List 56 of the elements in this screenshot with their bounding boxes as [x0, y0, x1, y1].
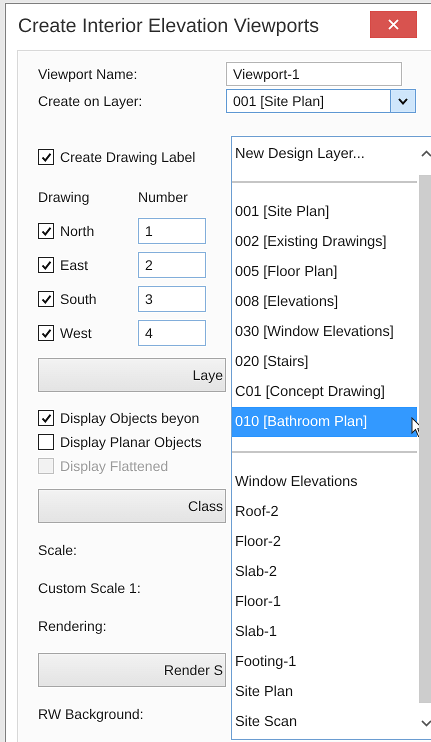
dropdown-item[interactable]: New Design Layer... [232, 139, 417, 169]
dropdown-item[interactable]: Slab-2 [232, 557, 417, 587]
number-field[interactable]: 3 [138, 286, 206, 312]
checkbox[interactable] [38, 410, 54, 426]
layer-dropdown[interactable]: 001 [Site Plan] [226, 89, 416, 113]
panel-button[interactable]: Render S [38, 653, 226, 687]
field-label: Viewport Name: [38, 66, 138, 82]
input-field[interactable]: Viewport-1 [226, 62, 402, 86]
dropdown-item[interactable]: 008 [Elevations] [232, 287, 417, 317]
field-label: Scale: [38, 542, 77, 558]
dropdown-item[interactable]: Floor-1 [232, 587, 417, 617]
dropdown-item[interactable]: Site Plan [232, 677, 417, 707]
dropdown-item[interactable]: 002 [Existing Drawings] [232, 227, 417, 257]
scroll-up-icon[interactable] [421, 150, 431, 157]
panel-button[interactable]: Laye [38, 358, 226, 392]
field-label: Custom Scale 1: [38, 580, 141, 596]
checkbox[interactable] [38, 223, 54, 239]
dropdown-item[interactable]: C01 [Concept Drawing] [232, 377, 417, 407]
checkbox-label: Display Flattened [60, 458, 168, 474]
checkbox[interactable] [38, 257, 54, 273]
checkbox[interactable] [38, 325, 54, 341]
close-icon [388, 19, 399, 30]
dropdown-item[interactable]: Slab-1 [232, 617, 417, 647]
window-title: Create Interior Elevation Viewports [18, 14, 319, 38]
column-header: Drawing [38, 189, 90, 205]
checkbox[interactable] [38, 434, 54, 450]
number-field[interactable]: 2 [138, 252, 206, 278]
field-label: Rendering: [38, 618, 106, 634]
dropdown-item[interactable]: 001 [Site Plan] [232, 197, 417, 227]
checkbox-label: West [60, 325, 92, 341]
panel-button[interactable]: Class [38, 489, 226, 523]
number-field[interactable]: 4 [138, 320, 206, 346]
checkbox-label: South [60, 291, 97, 307]
dropdown-item[interactable]: Footing-1 [232, 647, 417, 677]
checkbox-label: North [60, 223, 94, 239]
scroll-down-icon[interactable] [421, 720, 431, 727]
checkbox-label: East [60, 257, 88, 273]
checkbox-label: Create Drawing Label [60, 149, 196, 165]
field-label: RW Background: [38, 706, 144, 722]
column-header: Number [138, 189, 189, 205]
checkbox[interactable] [38, 149, 54, 165]
number-field[interactable]: 1 [138, 218, 206, 244]
checkbox-label: Display Planar Objects [60, 434, 202, 450]
dropdown-item[interactable]: Floor-2 [232, 527, 417, 557]
dropdown-item[interactable]: 005 [Floor Plan] [232, 257, 417, 287]
dropdown-item[interactable]: 030 [Window Elevations] [232, 317, 417, 347]
close-button[interactable] [370, 11, 417, 38]
chevron-down-icon [398, 98, 408, 104]
dropdown-item[interactable]: Roof-2 [232, 497, 417, 527]
checkbox[interactable] [38, 291, 54, 307]
dropdown-item[interactable]: 020 [Stairs] [232, 347, 417, 377]
dropdown-item[interactable]: Window Elevations [232, 467, 417, 497]
checkbox-label: Display Objects beyon [60, 410, 200, 426]
scrollbar-thumb[interactable] [419, 175, 431, 703]
field-label: Create on Layer: [38, 93, 144, 109]
dropdown-item[interactable]: Site Scan [232, 707, 417, 737]
